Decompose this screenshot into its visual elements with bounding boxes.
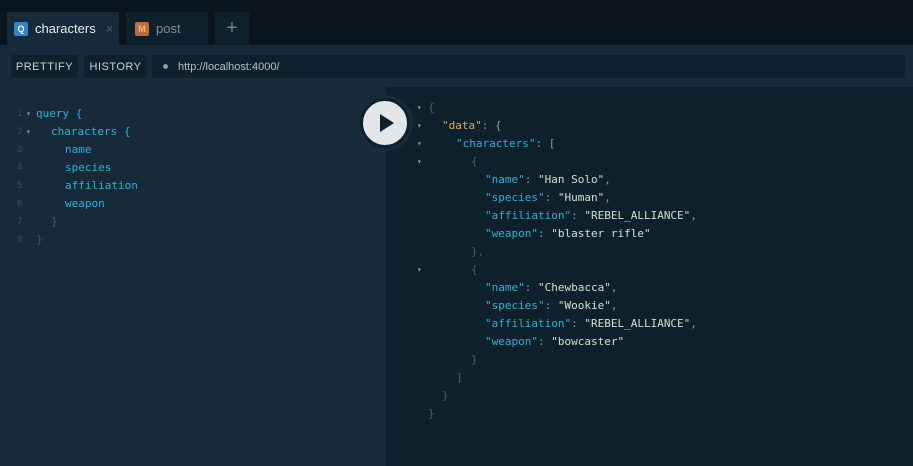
json-line: "affiliation": "REBEL_ALLIANCE", (485, 209, 697, 222)
json-line: } (428, 407, 435, 420)
json-value: "REBEL_ALLIANCE" (584, 317, 691, 330)
query-line: query { (36, 107, 83, 120)
json-line: "species": "Wookie", (485, 299, 618, 312)
toolbar: PRETTIFY HISTORY http://localhost:4000/ (0, 45, 913, 87)
line-number: 5 (17, 181, 23, 191)
add-tab-button[interactable]: + (215, 12, 249, 45)
fold-arrow-icon[interactable]: ▾ (417, 135, 422, 153)
json-line: } (442, 389, 449, 402)
query-editor[interactable]: 1 ▾ query { 2 ▾ characters { 3 name 4 sp… (0, 87, 386, 466)
json-key: "name" (485, 281, 525, 294)
mutation-badge-icon: M (135, 21, 149, 36)
json-line: "name": "Chewbacca", (485, 281, 618, 294)
json-key: "weapon" (485, 335, 538, 348)
line-number: 6 (17, 199, 23, 209)
query-line: } (36, 233, 43, 246)
json-key: "characters" (456, 137, 536, 150)
json-key: "species" (485, 299, 545, 312)
fold-arrow-icon[interactable]: ▾ (417, 99, 422, 117)
execute-query-button[interactable] (360, 98, 410, 148)
query-line: characters { (51, 125, 131, 138)
fold-arrow-icon[interactable]: ▾ (417, 117, 422, 135)
json-key: "affiliation" (485, 209, 572, 222)
json-value: "bowcaster" (551, 335, 625, 348)
query-line: species (65, 161, 112, 174)
line-number: 2 (17, 127, 23, 137)
query-badge-icon: Q (14, 21, 28, 36)
json-line: { (471, 263, 478, 276)
query-line: weapon (65, 197, 105, 210)
tab-bar: Q characters × M post + (0, 0, 913, 45)
json-line: "weapon": "blaster rifle" (485, 227, 651, 240)
fold-arrow-icon[interactable]: ▾ (26, 123, 31, 141)
line-number: 4 (17, 163, 23, 173)
json-line: } (471, 353, 478, 366)
line-number: 1 (17, 109, 23, 119)
tab-label: post (156, 21, 181, 36)
query-line: affiliation (65, 179, 138, 192)
json-line: "affiliation": "REBEL_ALLIANCE", (485, 317, 697, 330)
play-icon (380, 114, 394, 132)
json-value: "Wookie" (557, 299, 611, 312)
tab-post[interactable]: M post (126, 12, 208, 45)
json-line: "characters": [ (456, 137, 556, 150)
url-text: http://localhost:4000/ (178, 60, 280, 73)
json-key: "affiliation" (485, 317, 572, 330)
status-dot-icon (163, 64, 168, 69)
json-line: }, (471, 245, 485, 258)
tab-characters[interactable]: Q characters × (7, 12, 119, 45)
fold-arrow-icon[interactable]: ▾ (26, 105, 31, 123)
fold-arrow-icon[interactable]: ▾ (417, 261, 422, 279)
history-button[interactable]: HISTORY (84, 55, 147, 78)
query-line: name (65, 143, 92, 156)
json-line: "species": "Human", (485, 191, 611, 204)
url-input[interactable]: http://localhost:4000/ (152, 55, 905, 78)
line-number: 3 (17, 145, 23, 155)
json-key-data: "data" (442, 119, 482, 132)
json-line: { (471, 155, 478, 168)
json-line: "weapon": "bowcaster" (485, 335, 625, 348)
json-key: "weapon" (485, 227, 538, 240)
json-value: "REBEL_ALLIANCE" (584, 209, 691, 222)
tab-label: characters (35, 21, 96, 36)
close-icon[interactable]: × (106, 21, 114, 36)
fold-arrow-icon[interactable]: ▾ (417, 153, 422, 171)
json-value: "Human" (557, 191, 605, 204)
prettify-button[interactable]: PRETTIFY (11, 55, 78, 78)
json-line: { (428, 101, 435, 114)
json-line: "data": { (442, 119, 502, 132)
json-key: "species" (485, 191, 545, 204)
line-number: 7 (17, 217, 23, 227)
json-line: "name": "Han Solo", (485, 173, 611, 186)
json-value: "Chewbacca" (538, 281, 611, 294)
json-key: "name" (485, 173, 525, 186)
json-line: ] (456, 371, 463, 384)
line-number: 8 (17, 235, 23, 245)
query-line: } (51, 215, 58, 228)
json-value: "blaster rifle" (551, 227, 651, 240)
results-pane: ▾ { ▾ "data": { ▾ "characters": [ ▾ { "n… (386, 87, 913, 466)
json-value: "Han Solo" (538, 173, 605, 186)
